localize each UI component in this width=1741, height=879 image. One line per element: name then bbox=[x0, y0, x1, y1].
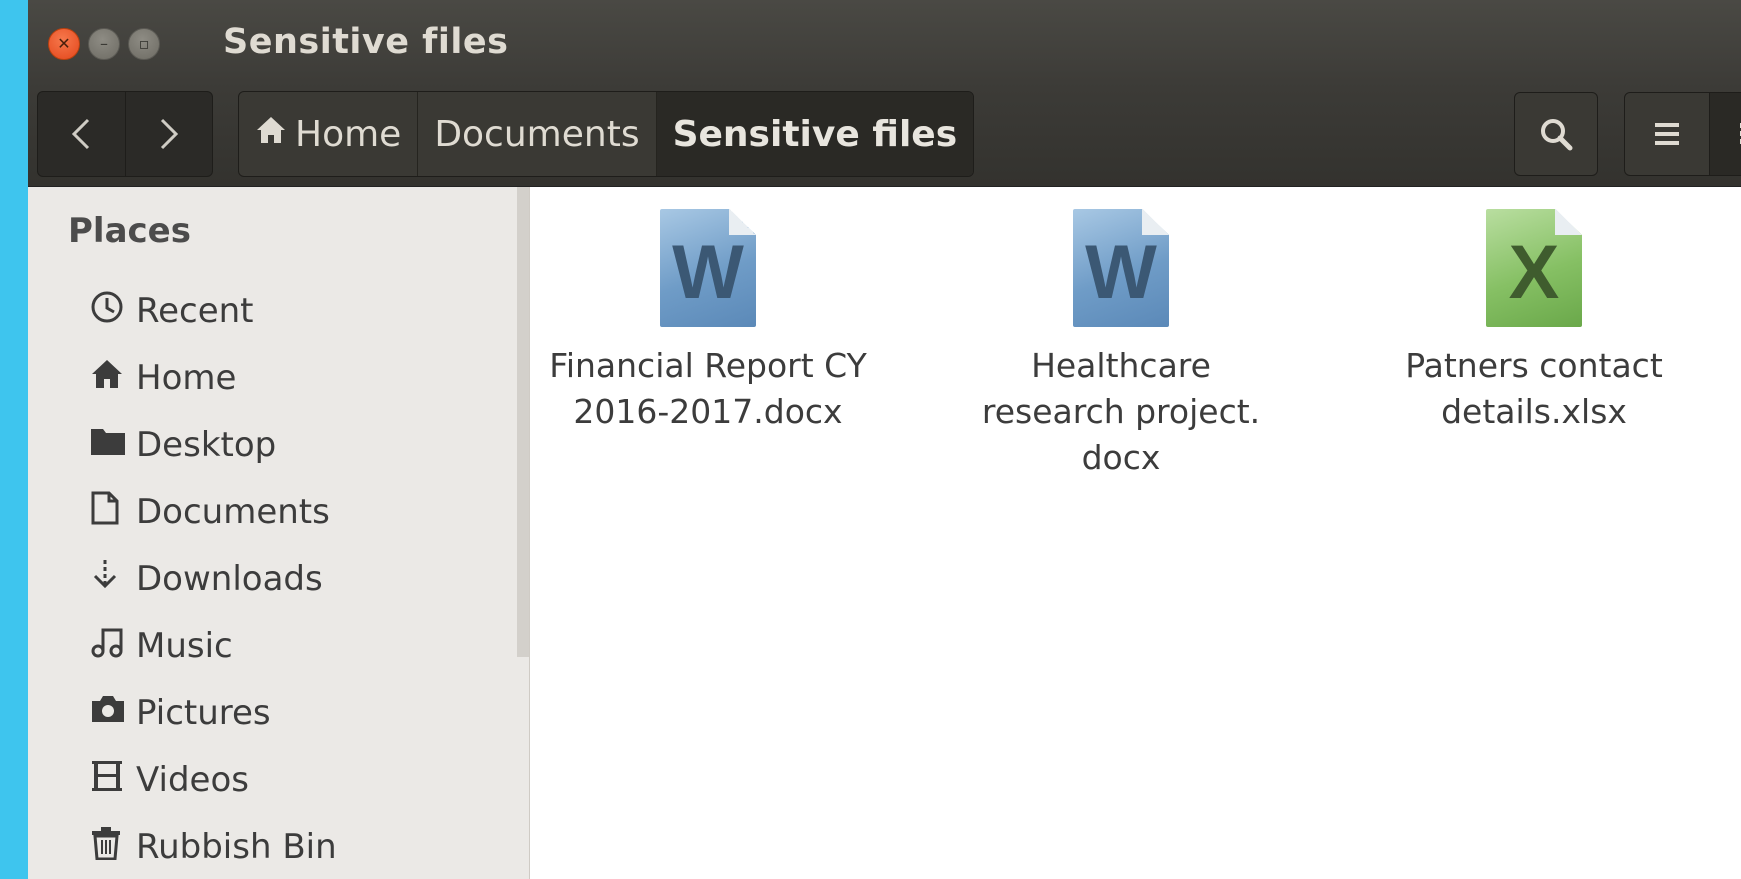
file-item[interactable]: X Patners contact details.xlsx bbox=[1364, 209, 1704, 435]
sidebar-item-label: Documents bbox=[136, 491, 330, 532]
forward-button[interactable] bbox=[124, 92, 213, 176]
sidebar-item-music[interactable]: Music bbox=[90, 612, 337, 679]
sidebar-item-label: Videos bbox=[136, 759, 249, 800]
maximize-icon: ▫ bbox=[138, 34, 150, 53]
back-button[interactable] bbox=[38, 92, 125, 176]
file-item[interactable]: W Financial Report CY 2016-2017.docx bbox=[538, 209, 878, 435]
file-name: Patners contact details.xlsx bbox=[1405, 346, 1663, 431]
sidebar-item-videos[interactable]: Videos bbox=[90, 746, 337, 813]
sidebar-item-label: Home bbox=[136, 357, 237, 398]
sidebar-item-pictures[interactable]: Pictures bbox=[90, 679, 337, 746]
chevron-right-icon bbox=[160, 118, 178, 150]
home-icon bbox=[90, 358, 136, 398]
sidebar-item-recent[interactable]: Recent bbox=[90, 277, 337, 344]
breadcrumb: Home Documents Sensitive files bbox=[238, 91, 975, 177]
film-icon bbox=[90, 759, 136, 801]
search-button[interactable] bbox=[1514, 92, 1598, 176]
sidebar-heading: Places bbox=[68, 211, 191, 251]
chevron-left-icon bbox=[72, 118, 90, 150]
word-document-icon: W bbox=[660, 209, 756, 327]
sidebar-item-documents[interactable]: Documents bbox=[90, 478, 337, 545]
breadcrumb-current-label: Sensitive files bbox=[672, 113, 958, 155]
music-icon bbox=[90, 626, 136, 666]
home-icon bbox=[255, 115, 287, 153]
sidebar-item-label: Downloads bbox=[136, 558, 323, 599]
window-controls: ✕ – ▫ bbox=[48, 28, 160, 60]
breadcrumb-documents-label: Documents bbox=[434, 113, 640, 155]
file-view: W Financial Report CY 2016-2017.docx W H… bbox=[531, 187, 1741, 879]
folder-icon bbox=[90, 426, 136, 464]
minimize-icon: – bbox=[100, 34, 108, 53]
toolbar: Home Documents Sensitive files bbox=[28, 88, 1741, 187]
title-bar: ✕ – ▫ Sensitive files bbox=[28, 0, 1741, 88]
minimize-window-button[interactable]: – bbox=[88, 28, 120, 60]
window-title: Sensitive files bbox=[223, 22, 509, 62]
file-name: Financial Report CY 2016-2017.docx bbox=[549, 346, 867, 431]
sidebar: Places Recent Home Desktop Documents Dow… bbox=[28, 187, 530, 879]
download-icon bbox=[90, 558, 136, 600]
sidebar-item-label: Pictures bbox=[136, 692, 271, 733]
sidebar-item-label: Desktop bbox=[136, 424, 277, 465]
camera-icon bbox=[90, 694, 136, 732]
file-item[interactable]: W Healthcare research project. docx bbox=[951, 209, 1291, 481]
sidebar-item-rubbish-bin[interactable]: Rubbish Bin bbox=[90, 813, 337, 879]
close-icon: ✕ bbox=[57, 34, 71, 53]
grid-view-button[interactable] bbox=[1709, 93, 1741, 175]
trash-icon bbox=[90, 826, 136, 868]
maximize-window-button[interactable]: ▫ bbox=[128, 28, 160, 60]
excel-spreadsheet-icon: X bbox=[1486, 209, 1582, 327]
sidebar-item-label: Music bbox=[136, 625, 233, 666]
sidebar-item-home[interactable]: Home bbox=[90, 344, 337, 411]
breadcrumb-documents[interactable]: Documents bbox=[417, 92, 655, 176]
document-icon bbox=[90, 491, 136, 533]
sidebar-item-label: Recent bbox=[136, 290, 254, 331]
breadcrumb-home[interactable]: Home bbox=[239, 92, 417, 176]
file-name: Healthcare research project. docx bbox=[981, 346, 1261, 477]
list-view-icon bbox=[1655, 123, 1679, 145]
view-switcher bbox=[1624, 92, 1741, 176]
file-manager-window: ✕ – ▫ Sensitive files Home Documents Sen… bbox=[28, 0, 1741, 879]
search-icon bbox=[1541, 119, 1573, 151]
breadcrumb-home-label: Home bbox=[295, 113, 402, 155]
list-view-button[interactable] bbox=[1625, 93, 1709, 175]
word-document-icon: W bbox=[1073, 209, 1169, 327]
clock-icon bbox=[90, 290, 136, 332]
sidebar-item-label: Rubbish Bin bbox=[136, 826, 337, 867]
breadcrumb-sensitive-files[interactable]: Sensitive files bbox=[655, 92, 974, 176]
history-nav bbox=[37, 91, 213, 177]
sidebar-item-downloads[interactable]: Downloads bbox=[90, 545, 337, 612]
places-list: Recent Home Desktop Documents Downloads … bbox=[90, 277, 337, 879]
close-window-button[interactable]: ✕ bbox=[48, 28, 80, 60]
sidebar-scrollbar[interactable] bbox=[517, 187, 529, 657]
sidebar-item-desktop[interactable]: Desktop bbox=[90, 411, 337, 478]
